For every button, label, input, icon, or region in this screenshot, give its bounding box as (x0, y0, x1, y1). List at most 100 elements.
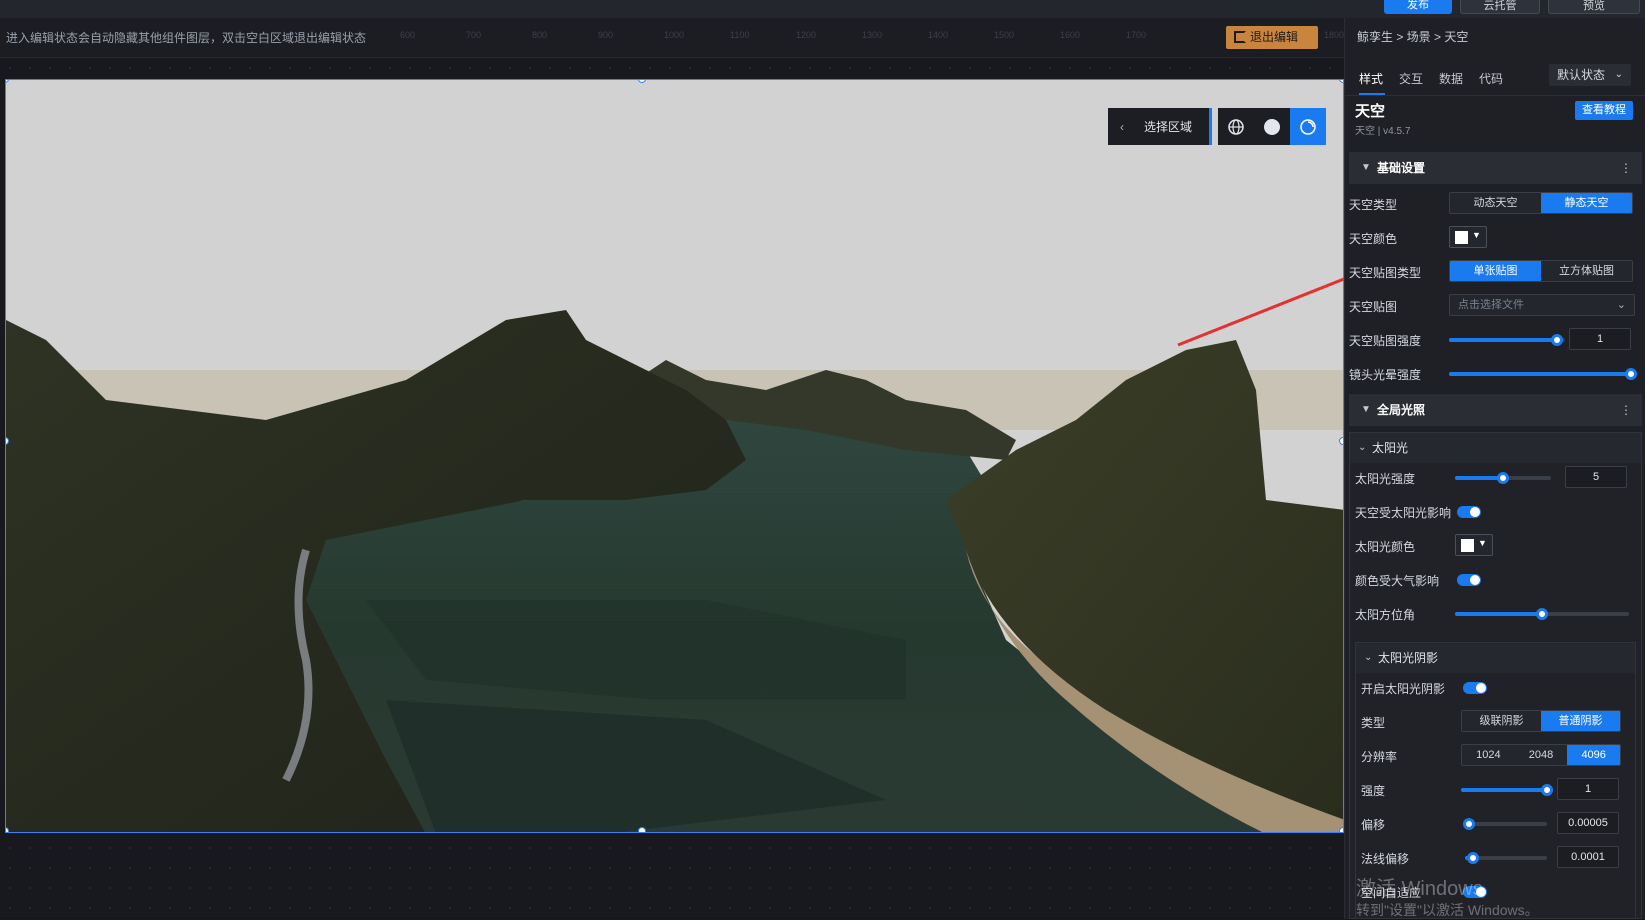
component-title: 天空 (1355, 103, 1386, 120)
ruler-tick: 1800 (1324, 30, 1345, 40)
ruler-tick: 1000 (664, 30, 685, 40)
sky-texture-strength-input[interactable]: 1 (1569, 328, 1631, 350)
atmosphere-affect-toggle[interactable] (1457, 574, 1481, 586)
scene-viewport[interactable] (5, 79, 1344, 833)
chevron-down-icon: ⌄ (1614, 69, 1623, 80)
tabs-bar: 样式 交互 数据 代码 默认状态 ⌄ (1345, 60, 1645, 96)
sky-texture-file-select[interactable]: 点击选择文件 ⌄ (1449, 294, 1635, 316)
windows-watermark: 激活 Windows (1356, 878, 1483, 900)
resolution-toggle[interactable]: 1024 2048 4096 (1461, 744, 1621, 766)
resize-handle[interactable] (638, 827, 646, 832)
slider-fill (1455, 476, 1503, 480)
tab-interaction[interactable]: 交互 (1399, 70, 1423, 87)
ruler-tick: 800 (532, 30, 548, 40)
tab-style[interactable]: 样式 (1359, 70, 1383, 87)
sun-color-picker[interactable]: ▼ (1455, 534, 1493, 556)
option-dynamic-sky[interactable]: 动态天空 (1450, 193, 1541, 213)
state-select[interactable]: 默认状态 ⌄ (1549, 64, 1631, 86)
chevron-left-icon: ‹ (1120, 119, 1124, 134)
slider-knob[interactable] (1550, 334, 1563, 346)
exit-icon (1234, 31, 1246, 43)
ruler-tick: 1600 (1060, 30, 1081, 40)
ruler-tick: 1700 (1126, 30, 1147, 40)
option-res-2048[interactable]: 2048 (1514, 745, 1568, 765)
ruler-tick: 1100 (730, 30, 750, 40)
view-tutorial-button[interactable]: 查看教程 (1575, 101, 1633, 120)
normal-offset-label: 法线偏移 (1361, 852, 1410, 866)
shadow-strength-input[interactable]: 1 (1557, 778, 1619, 800)
slider-fill (1455, 612, 1542, 616)
sky-color-label: 天空颜色 (1349, 232, 1398, 246)
select-region-label: 选择区域 (1144, 120, 1193, 134)
windows-watermark-sub: 转到"设置"以激活 Windows。 (1356, 902, 1539, 918)
resize-handle[interactable] (6, 827, 9, 832)
select-region-button[interactable]: ‹ 选择区域 (1108, 108, 1212, 145)
option-normal-shadow[interactable]: 普通阴影 (1541, 711, 1620, 731)
atmosphere-affect-label: 颜色受大气影响 (1355, 574, 1440, 588)
orbit-icon[interactable] (1290, 108, 1326, 145)
edit-hint: 进入编辑状态会自动隐藏其他组件图层，双击空白区域退出编辑状态 (6, 31, 367, 45)
landscape-image (6, 310, 1343, 832)
slider-knob[interactable] (1536, 608, 1548, 620)
sun-intensity-slider[interactable] (1455, 472, 1551, 484)
lens-flare-slider[interactable] (1449, 368, 1637, 380)
component-subtitle: 天空 | v4.5.7 (1355, 126, 1411, 137)
shadow-strength-slider[interactable] (1461, 784, 1553, 796)
resolution-label: 分辨率 (1361, 750, 1398, 764)
sphere-icon[interactable] (1254, 108, 1290, 145)
shadow-offset-slider[interactable] (1463, 818, 1547, 830)
slider-knob[interactable] (1625, 368, 1637, 380)
sun-light-header[interactable]: ⌄ 太阳光 (1350, 433, 1641, 463)
section-global-light[interactable]: ▼ 全局光照 ⋮ (1349, 394, 1642, 426)
tab-data[interactable]: 数据 (1439, 70, 1463, 87)
option-single-texture[interactable]: 单张贴图 (1450, 261, 1541, 281)
option-res-4096[interactable]: 4096 (1567, 745, 1620, 765)
file-select-placeholder: 点击选择文件 (1458, 299, 1524, 311)
more-options-icon[interactable]: ⋮ (1620, 152, 1632, 184)
globe-icon[interactable] (1218, 108, 1254, 145)
ruler-tick: 1400 (928, 30, 949, 40)
scene-toolbar: ‹ 选择区域 (1108, 108, 1326, 145)
sun-azimuth-label: 太阳方位角 (1355, 608, 1416, 622)
section-basic-settings[interactable]: ▼ 基础设置 ⋮ (1349, 152, 1642, 184)
sky-texture-type-toggle[interactable]: 单张贴图 立方体贴图 (1449, 260, 1633, 282)
cloud-hosting-button[interactable]: 云托管 (1460, 0, 1540, 14)
exit-edit-label: 退出编辑 (1250, 30, 1299, 44)
option-static-sky[interactable]: 静态天空 (1541, 193, 1632, 213)
property-panel: 鲸孪生 > 场景 > 天空 样式 交互 数据 代码 默认状态 ⌄ 天空 天空 |… (1344, 18, 1645, 919)
preview-button[interactable]: 预览 (1548, 0, 1640, 14)
color-swatch (1461, 539, 1474, 552)
slider-knob[interactable] (1497, 472, 1509, 484)
ruler-tick: 700 (466, 30, 482, 40)
normal-offset-input[interactable]: 0.0001 (1557, 846, 1619, 868)
option-res-1024[interactable]: 1024 (1462, 745, 1515, 765)
sun-shadow-header[interactable]: ⌄ 太阳光阴影 (1356, 643, 1635, 673)
active-tab-indicator (1359, 93, 1385, 95)
sky-texture-strength-slider[interactable] (1449, 334, 1565, 346)
slider-knob[interactable] (1463, 818, 1476, 830)
more-options-icon[interactable]: ⋮ (1620, 394, 1632, 426)
option-cascade-shadow[interactable]: 级联阴影 (1462, 711, 1541, 731)
shadow-type-toggle[interactable]: 级联阴影 普通阴影 (1461, 710, 1621, 732)
enable-shadow-toggle[interactable] (1463, 682, 1487, 694)
sky-color-picker[interactable]: ▼ (1449, 226, 1487, 248)
tab-code[interactable]: 代码 (1479, 70, 1503, 87)
sky-texture-label: 天空贴图 (1349, 300, 1398, 314)
sun-intensity-input[interactable]: 5 (1565, 466, 1627, 488)
enable-shadow-label: 开启太阳光阴影 (1361, 682, 1446, 696)
slider-knob[interactable] (1541, 784, 1553, 796)
breadcrumb[interactable]: 鲸孪生 > 场景 > 天空 (1357, 28, 1468, 45)
sun-azimuth-slider[interactable] (1455, 608, 1629, 620)
chevron-down-icon: ⌄ (1364, 652, 1373, 663)
caret-down-icon: ▼ (1478, 538, 1487, 548)
exit-edit-button[interactable]: 退出编辑 (1226, 26, 1318, 49)
normal-offset-slider[interactable] (1465, 852, 1547, 864)
state-select-value: 默认状态 (1557, 68, 1606, 82)
shadow-offset-input[interactable]: 0.00005 (1557, 812, 1619, 834)
section-title: 全局光照 (1377, 403, 1426, 417)
sky-affected-toggle[interactable] (1457, 506, 1481, 518)
option-cube-texture[interactable]: 立方体贴图 (1541, 261, 1632, 281)
publish-button[interactable]: 发布 (1384, 0, 1452, 14)
sky-type-toggle[interactable]: 动态天空 静态天空 (1449, 192, 1633, 214)
color-swatch (1455, 231, 1468, 244)
